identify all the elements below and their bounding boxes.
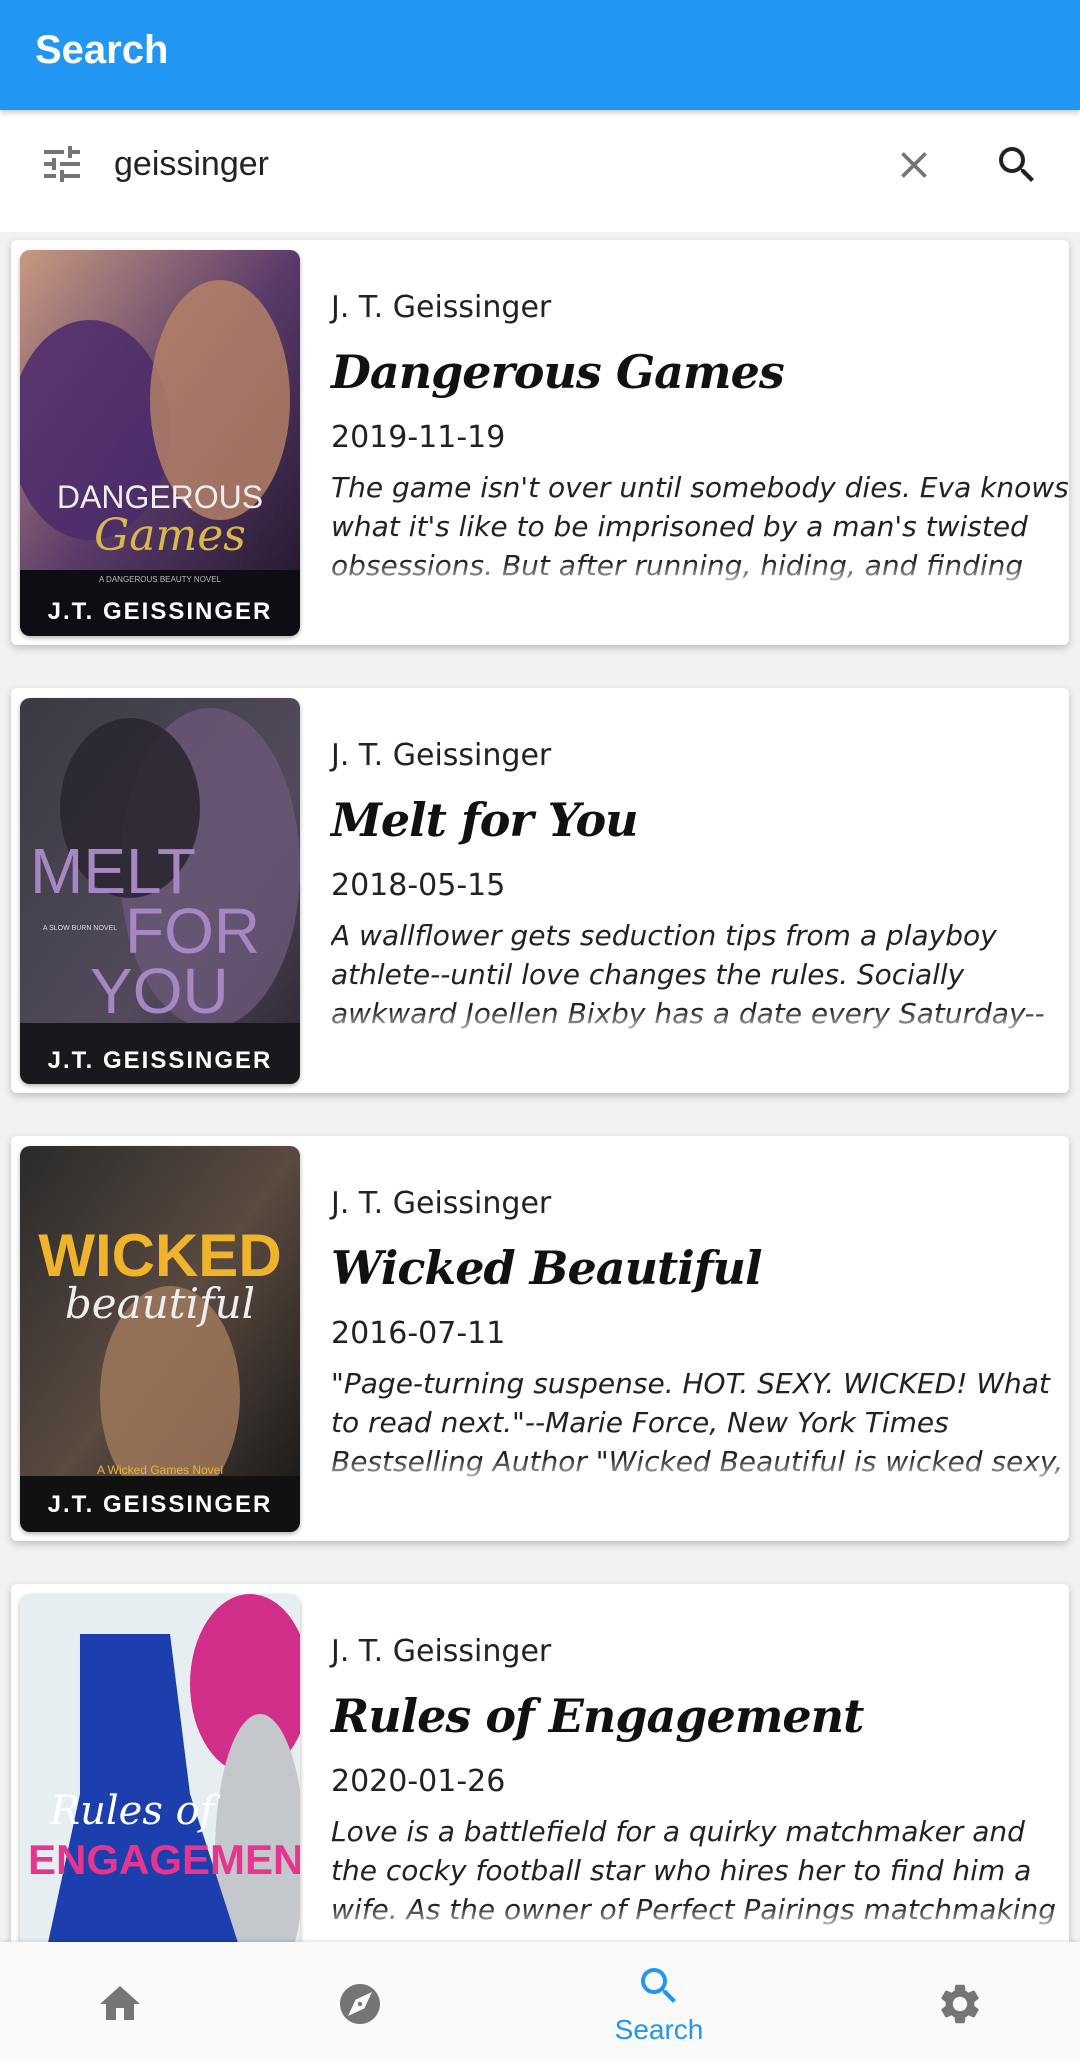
book-date: 2020-01-26 <box>331 1764 506 1799</box>
nav-search[interactable]: Search <box>584 1942 734 2061</box>
search-input[interactable] <box>114 142 854 186</box>
svg-text:J.T. GEISSINGER: J.T. GEISSINGER <box>48 598 273 625</box>
list-item[interactable]: DANGEROUS Games A DANGEROUS BEAUTY NOVEL… <box>11 240 1069 645</box>
app-bar: Search <box>0 0 1080 110</box>
svg-text:J.T. GEISSINGER: J.T. GEISSINGER <box>48 1491 273 1518</box>
svg-text:YOU: YOU <box>90 955 229 1027</box>
book-title: Melt for You <box>331 793 639 847</box>
svg-text:J.T. GEISSINGER: J.T. GEISSINGER <box>48 1047 273 1074</box>
svg-text:beautiful: beautiful <box>65 1279 255 1328</box>
book-date: 2016-07-11 <box>331 1316 506 1351</box>
book-author: J. T. Geissinger <box>331 1186 552 1221</box>
book-description: Love is a battlefield for a quirky match… <box>331 1812 1069 1934</box>
svg-text:A DANGEROUS BEAUTY NOVEL: A DANGEROUS BEAUTY NOVEL <box>99 575 222 584</box>
home-icon <box>100 1986 140 2020</box>
book-author: J. T. Geissinger <box>331 1634 552 1669</box>
book-description: The game isn't over until somebody dies.… <box>331 468 1069 590</box>
book-title: Rules of Engagement <box>331 1689 864 1743</box>
nav-explore[interactable] <box>285 1942 435 2061</box>
book-description: A wallflower gets seduction tips from a … <box>331 916 1069 1038</box>
book-title: Wicked Beautiful <box>331 1241 762 1295</box>
book-cover: DANGEROUS Games A DANGEROUS BEAUTY NOVEL… <box>20 250 300 636</box>
svg-text:Games: Games <box>94 510 246 561</box>
book-cover: WICKED beautiful A Wicked Games Novel J.… <box>20 1146 300 1532</box>
svg-text:A SLOW BURN NOVEL: A SLOW BURN NOVEL <box>43 925 117 932</box>
list-item[interactable]: WICKED beautiful A Wicked Games Novel J.… <box>11 1136 1069 1541</box>
svg-text:A Wicked Games Novel: A Wicked Games Novel <box>97 1463 223 1477</box>
nav-settings[interactable] <box>885 1942 1035 2061</box>
book-cover: Rules of ENGAGEMENT <box>20 1594 300 1942</box>
svg-text:ENGAGEMENT: ENGAGEMENT <box>28 1836 300 1883</box>
book-description: "Page-turning suspense. HOT. SEXY. WICKE… <box>331 1364 1069 1486</box>
list-item[interactable]: MELT FOR YOU A SLOW BURN NOVEL J.T. GEIS… <box>11 688 1069 1093</box>
compass-icon <box>340 1984 380 2024</box>
nav-home[interactable] <box>45 1942 195 2061</box>
close-icon[interactable] <box>892 143 936 187</box>
page-title: Search <box>35 28 169 72</box>
book-date: 2019-11-19 <box>331 420 506 455</box>
gear-icon <box>941 1984 979 2024</box>
book-title: Dangerous Games <box>331 345 785 399</box>
list-item[interactable]: Rules of ENGAGEMENT J. T. Geissinger Rul… <box>11 1584 1069 1942</box>
search-icon[interactable] <box>993 141 1041 189</box>
nav-search-label: Search <box>614 2014 704 2045</box>
filter-icon[interactable] <box>38 140 86 188</box>
results-list[interactable]: DANGEROUS Games A DANGEROUS BEAUTY NOVEL… <box>0 232 1080 1942</box>
search-icon <box>641 1968 676 2003</box>
book-date: 2018-05-15 <box>331 868 506 903</box>
bottom-navigation: Search <box>0 1942 1080 2061</box>
book-author: J. T. Geissinger <box>331 290 552 325</box>
svg-text:Rules of: Rules of <box>49 1788 221 1834</box>
book-author: J. T. Geissinger <box>331 738 552 773</box>
book-cover: MELT FOR YOU A SLOW BURN NOVEL J.T. GEIS… <box>20 698 300 1084</box>
